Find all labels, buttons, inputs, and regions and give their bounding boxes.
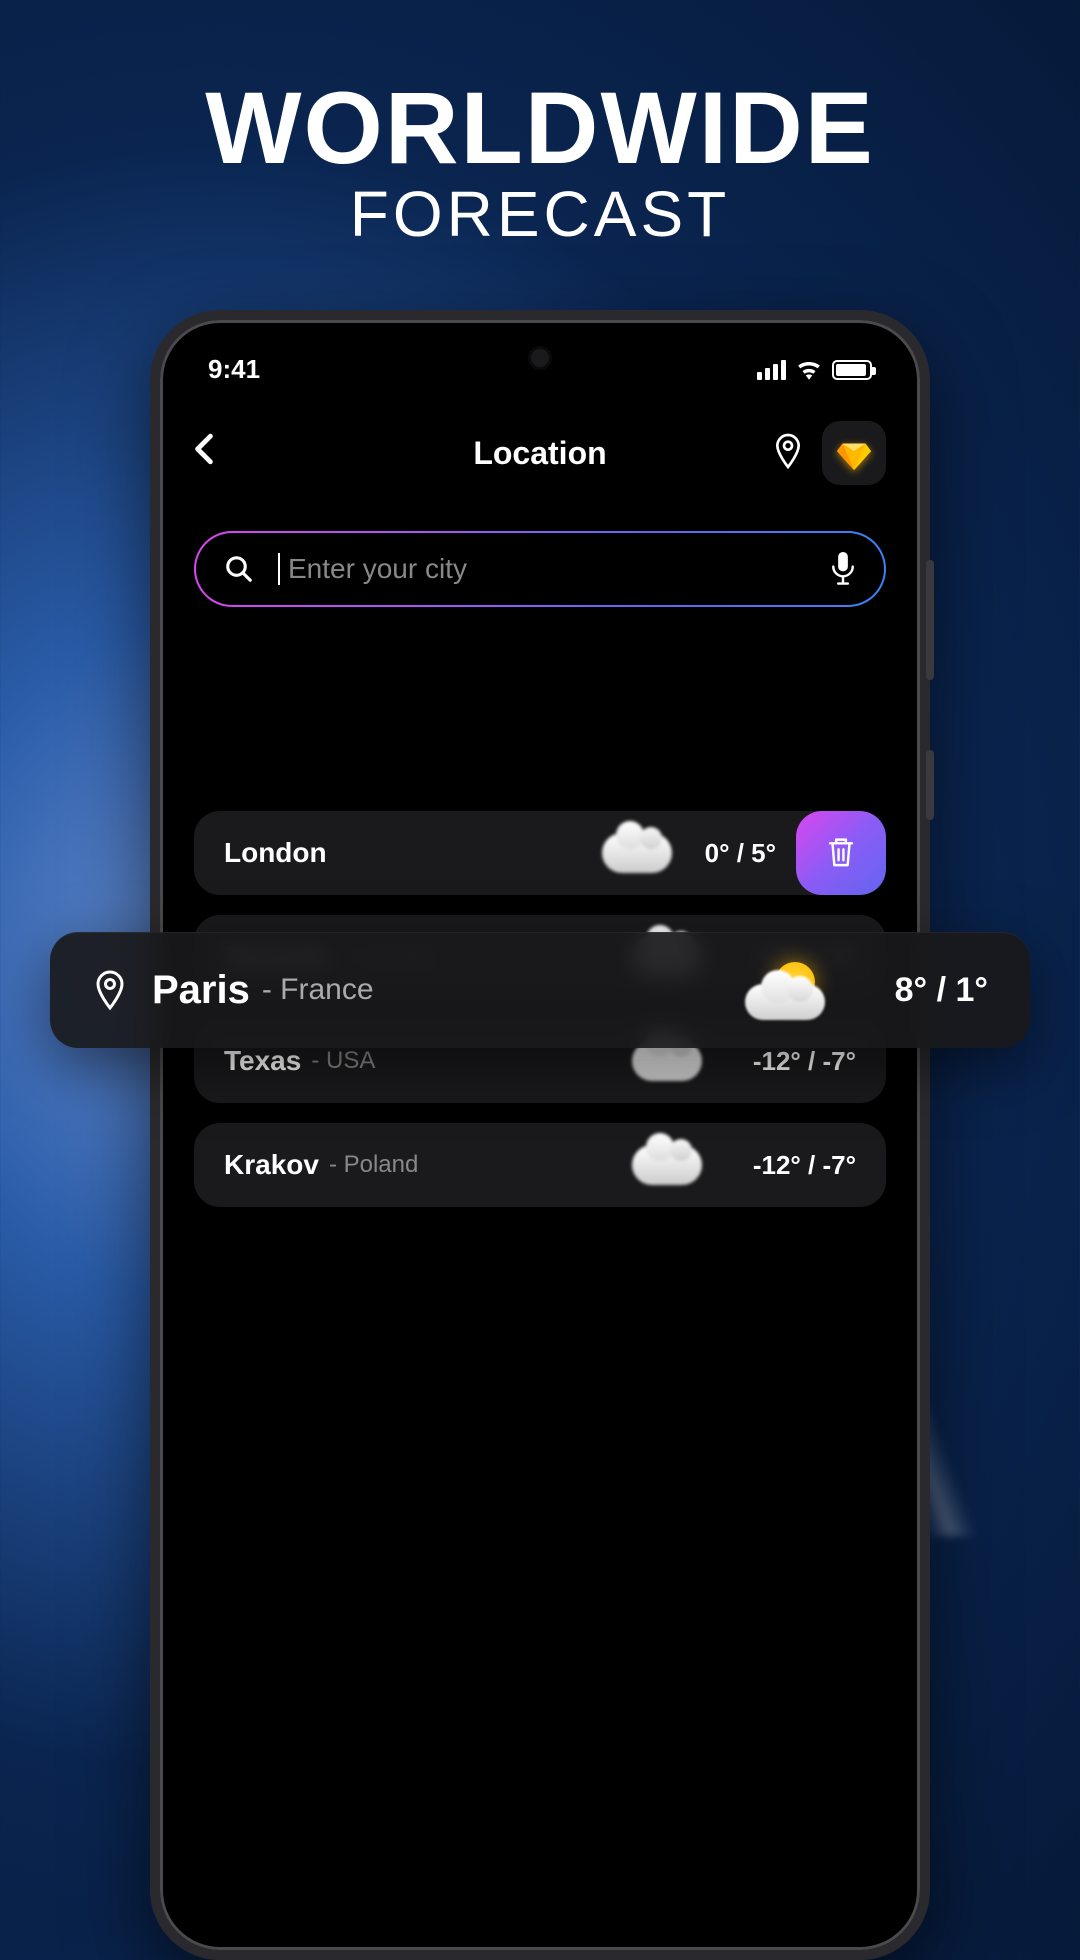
wifi-icon (796, 360, 822, 380)
trash-icon (826, 836, 856, 870)
signal-icon (757, 360, 786, 380)
featured-temp: 8° / 1° (895, 971, 988, 1010)
diamond-icon (835, 434, 873, 472)
marketing-title-line1: WORLDWIDE (0, 70, 1080, 187)
featured-spacer (160, 627, 920, 797)
marketing-title-line2: FORECAST (0, 177, 1080, 251)
city-row-london[interactable]: London 0° / 5° (194, 811, 886, 895)
marketing-title: WORLDWIDE FORECAST (0, 70, 1080, 251)
city-name: London (224, 837, 327, 869)
city-name: Texas (224, 1045, 301, 1077)
phone-frame: 9:41 Location Enter your city London (150, 310, 930, 1960)
status-time: 9:41 (208, 354, 260, 385)
city-temp: -12° / -7° (726, 1150, 856, 1181)
delete-button[interactable] (796, 811, 886, 895)
search-icon (224, 554, 254, 584)
location-pin-icon (92, 968, 128, 1012)
header: Location (160, 395, 920, 511)
search-field[interactable]: Enter your city (194, 531, 886, 607)
city-name: Krakov (224, 1149, 319, 1181)
location-pin-button[interactable] (772, 432, 804, 475)
featured-city-card[interactable]: Paris - France 8° / 1° (50, 932, 1030, 1048)
featured-city-name: Paris (152, 968, 250, 1013)
city-country: - Poland (329, 1151, 418, 1179)
phone-side-button (926, 750, 934, 820)
cloudy-icon (632, 1145, 702, 1185)
battery-icon (832, 360, 872, 380)
city-temp: 0° / 5° (696, 838, 776, 869)
cloudy-icon (602, 833, 672, 873)
mic-icon[interactable] (830, 552, 856, 586)
page-title: Location (473, 435, 606, 472)
city-temp: -12° / -7° (726, 1046, 856, 1077)
featured-city-country: - France (262, 973, 374, 1007)
city-country: - USA (311, 1047, 375, 1075)
partly-cloudy-icon (745, 960, 835, 1020)
status-icons (757, 360, 872, 380)
city-row-krakov[interactable]: Krakov - Poland -12° / -7° (194, 1123, 886, 1207)
phone-side-button (926, 560, 934, 680)
premium-button[interactable] (822, 421, 886, 485)
back-button[interactable] (194, 432, 234, 474)
phone-camera-icon (528, 346, 552, 370)
search-placeholder: Enter your city (278, 553, 806, 585)
